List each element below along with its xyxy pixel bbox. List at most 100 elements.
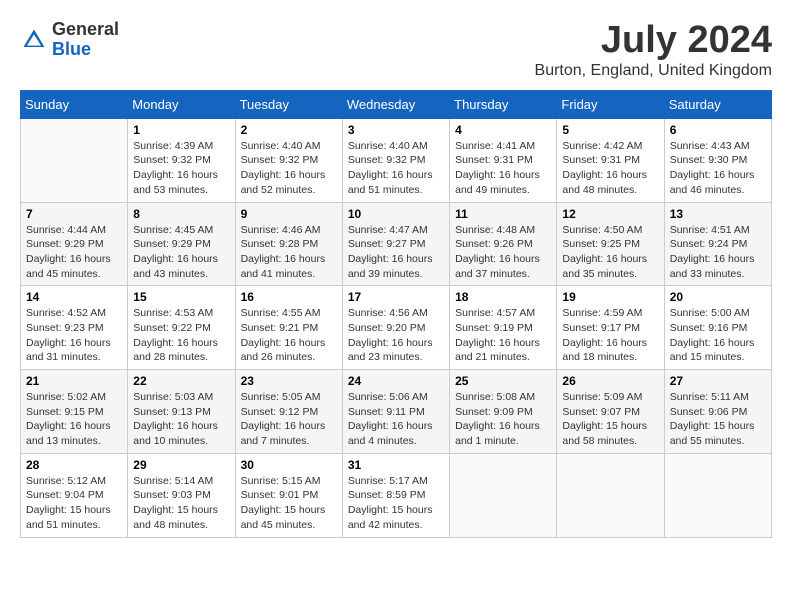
calendar-cell: 3Sunrise: 4:40 AMSunset: 9:32 PMDaylight… [342,118,449,202]
day-info: Sunrise: 5:14 AMSunset: 9:03 PMDaylight:… [133,474,229,533]
calendar-cell: 8 Sunrise: 4:45 AMSunset: 9:29 PMDaylight… [128,202,235,286]
calendar-cell: 6Sunrise: 4:43 AMSunset: 9:30 PMDaylight… [664,118,771,202]
calendar-week-row: 1 Sunrise: 4:39 AMSunset: 9:32 PMDaylight… [21,118,772,202]
day-info: Sunrise: 5:09 AMSunset: 9:07 PMDaylight:… [562,390,658,449]
day-number: 2 [241,123,337,137]
month-year: July 2024 [535,20,772,62]
day-number: 19 [562,290,658,304]
calendar-cell: 17 Sunrise: 4:56 AMSunset: 9:20 PMDayligh… [342,286,449,370]
day-number: 14 [26,290,122,304]
day-number: 24 [348,374,444,388]
day-number: 8 [133,207,229,221]
calendar-cell: 4 Sunrise: 4:41 AMSunset: 9:31 PMDaylight… [450,118,557,202]
day-number: 11 [455,207,551,221]
logo-blue-text: Blue [52,40,119,60]
logo-icon [20,26,48,54]
day-number: 31 [348,458,444,472]
calendar-cell: 12Sunrise: 4:50 AMSunset: 9:25 PMDayligh… [557,202,664,286]
day-info: Sunrise: 4:45 AMSunset: 9:29 PMDaylight:… [133,223,229,282]
day-number: 7 [26,207,122,221]
day-number: 10 [348,207,444,221]
calendar-cell: 31 Sunrise: 5:17 AMSunset: 8:59 PMDayligh… [342,453,449,537]
day-info: Sunrise: 5:17 AMSunset: 8:59 PMDaylight:… [348,474,444,533]
day-info: Sunrise: 4:43 AMSunset: 9:30 PMDaylight:… [670,139,766,198]
calendar-cell: 16Sunrise: 4:55 AMSunset: 9:21 PMDayligh… [235,286,342,370]
calendar-header-tuesday: Tuesday [235,90,342,118]
calendar-cell: 26Sunrise: 5:09 AMSunset: 9:07 PMDayligh… [557,370,664,454]
day-info: Sunrise: 5:00 AMSunset: 9:16 PMDaylight:… [670,306,766,365]
day-info: Sunrise: 4:56 AMSunset: 9:20 PMDaylight:… [348,306,444,365]
calendar-week-row: 7 Sunrise: 4:44 AMSunset: 9:29 PMDaylight… [21,202,772,286]
day-info: Sunrise: 4:41 AMSunset: 9:31 PMDaylight:… [455,139,551,198]
calendar-header-thursday: Thursday [450,90,557,118]
day-info: Sunrise: 4:57 AMSunset: 9:19 PMDaylight:… [455,306,551,365]
calendar-cell [557,453,664,537]
calendar-header-monday: Monday [128,90,235,118]
day-info: Sunrise: 4:44 AMSunset: 9:29 PMDaylight:… [26,223,122,282]
day-number: 1 [133,123,229,137]
calendar-cell: 10 Sunrise: 4:47 AMSunset: 9:27 PMDayligh… [342,202,449,286]
day-info: Sunrise: 5:15 AMSunset: 9:01 PMDaylight:… [241,474,337,533]
calendar-cell: 24 Sunrise: 5:06 AMSunset: 9:11 PMDayligh… [342,370,449,454]
day-info: Sunrise: 5:12 AMSunset: 9:04 PMDaylight:… [26,474,122,533]
calendar-cell [450,453,557,537]
day-number: 15 [133,290,229,304]
calendar-header-row: SundayMondayTuesdayWednesdayThursdayFrid… [21,90,772,118]
calendar-cell [664,453,771,537]
calendar-cell: 15 Sunrise: 4:53 AMSunset: 9:22 PMDayligh… [128,286,235,370]
calendar-cell: 19 Sunrise: 4:59 AMSunset: 9:17 PMDayligh… [557,286,664,370]
logo-text: General Blue [52,20,119,60]
title-area: July 2024 Burton, England, United Kingdo… [535,20,772,80]
calendar-table: SundayMondayTuesdayWednesdayThursdayFrid… [20,90,772,538]
calendar-cell: 21 Sunrise: 5:02 AMSunset: 9:15 PMDayligh… [21,370,128,454]
day-number: 12 [562,207,658,221]
day-info: Sunrise: 4:53 AMSunset: 9:22 PMDaylight:… [133,306,229,365]
day-info: Sunrise: 4:51 AMSunset: 9:24 PMDaylight:… [670,223,766,282]
calendar-header-sunday: Sunday [21,90,128,118]
calendar-header-friday: Friday [557,90,664,118]
calendar-header-saturday: Saturday [664,90,771,118]
calendar-cell: 11 Sunrise: 4:48 AMSunset: 9:26 PMDayligh… [450,202,557,286]
day-number: 18 [455,290,551,304]
day-number: 20 [670,290,766,304]
day-info: Sunrise: 5:08 AMSunset: 9:09 PMDaylight:… [455,390,551,449]
calendar-week-row: 21 Sunrise: 5:02 AMSunset: 9:15 PMDayligh… [21,370,772,454]
calendar-cell: 27Sunrise: 5:11 AMSunset: 9:06 PMDayligh… [664,370,771,454]
day-number: 27 [670,374,766,388]
day-info: Sunrise: 5:06 AMSunset: 9:11 PMDaylight:… [348,390,444,449]
calendar-cell: 13 Sunrise: 4:51 AMSunset: 9:24 PMDayligh… [664,202,771,286]
location: Burton, England, United Kingdom [535,62,772,80]
day-number: 28 [26,458,122,472]
day-number: 29 [133,458,229,472]
day-info: Sunrise: 4:39 AMSunset: 9:32 PMDaylight:… [133,139,229,198]
calendar-cell: 14 Sunrise: 4:52 AMSunset: 9:23 PMDayligh… [21,286,128,370]
calendar-cell: 1 Sunrise: 4:39 AMSunset: 9:32 PMDaylight… [128,118,235,202]
header: General Blue July 2024 Burton, England, … [20,20,772,80]
day-info: Sunrise: 4:48 AMSunset: 9:26 PMDaylight:… [455,223,551,282]
calendar-cell: 25Sunrise: 5:08 AMSunset: 9:09 PMDayligh… [450,370,557,454]
day-number: 21 [26,374,122,388]
calendar-cell: 9Sunrise: 4:46 AMSunset: 9:28 PMDaylight… [235,202,342,286]
day-number: 22 [133,374,229,388]
day-info: Sunrise: 4:46 AMSunset: 9:28 PMDaylight:… [241,223,337,282]
calendar-cell: 20 Sunrise: 5:00 AMSunset: 9:16 PMDayligh… [664,286,771,370]
day-number: 17 [348,290,444,304]
calendar-cell: 23Sunrise: 5:05 AMSunset: 9:12 PMDayligh… [235,370,342,454]
day-info: Sunrise: 4:42 AMSunset: 9:31 PMDaylight:… [562,139,658,198]
day-info: Sunrise: 5:02 AMSunset: 9:15 PMDaylight:… [26,390,122,449]
calendar-cell: 5Sunrise: 4:42 AMSunset: 9:31 PMDaylight… [557,118,664,202]
calendar-cell [21,118,128,202]
day-info: Sunrise: 4:59 AMSunset: 9:17 PMDaylight:… [562,306,658,365]
calendar-cell: 2Sunrise: 4:40 AMSunset: 9:32 PMDaylight… [235,118,342,202]
day-number: 13 [670,207,766,221]
calendar-header-wednesday: Wednesday [342,90,449,118]
day-info: Sunrise: 4:52 AMSunset: 9:23 PMDaylight:… [26,306,122,365]
calendar-cell: 7 Sunrise: 4:44 AMSunset: 9:29 PMDaylight… [21,202,128,286]
calendar-week-row: 28 Sunrise: 5:12 AMSunset: 9:04 PMDayligh… [21,453,772,537]
day-number: 16 [241,290,337,304]
calendar-cell: 30Sunrise: 5:15 AMSunset: 9:01 PMDayligh… [235,453,342,537]
day-info: Sunrise: 4:47 AMSunset: 9:27 PMDaylight:… [348,223,444,282]
day-number: 4 [455,123,551,137]
day-number: 23 [241,374,337,388]
calendar-cell: 22Sunrise: 5:03 AMSunset: 9:13 PMDayligh… [128,370,235,454]
